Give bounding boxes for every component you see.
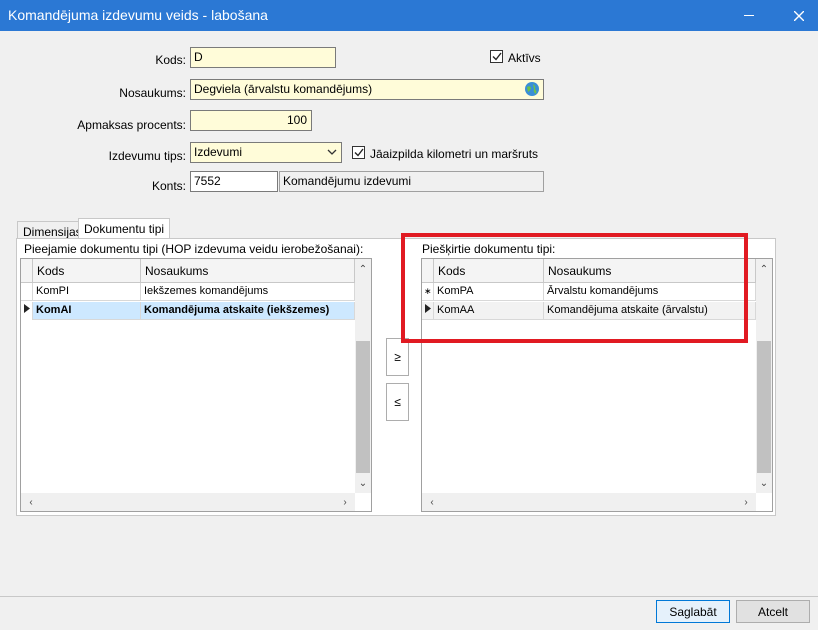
minimize-button[interactable] — [726, 0, 772, 31]
aktivs-checkbox[interactable] — [490, 50, 503, 63]
footer-divider — [0, 596, 818, 597]
add-document-type-button[interactable]: ≥ — [386, 338, 409, 376]
apmaksas-label: Apmaksas procents: — [77, 118, 186, 132]
remove-document-type-button[interactable]: ≤ — [386, 383, 409, 421]
scroll-right-icon[interactable]: › — [337, 494, 353, 510]
apmaksas-field[interactable]: 100 — [190, 110, 312, 131]
izdevumu-tips-value: Izdevumi — [194, 145, 243, 159]
scroll-up-icon[interactable]: ⌃ — [756, 261, 772, 277]
column-header-kods[interactable]: Kods — [33, 259, 141, 283]
scroll-left-icon[interactable]: ‹ — [23, 494, 39, 510]
scroll-thumb[interactable] — [356, 341, 370, 473]
konts-field[interactable]: 7552 — [190, 171, 278, 192]
kods-field[interactable]: D — [190, 47, 336, 68]
globe-icon[interactable] — [524, 81, 540, 97]
horizontal-scrollbar[interactable]: ‹ › — [422, 493, 756, 511]
scroll-left-icon[interactable]: ‹ — [424, 494, 440, 510]
scroll-down-icon[interactable]: ⌄ — [355, 475, 371, 491]
check-icon — [354, 148, 364, 157]
window-title: Komandējuma izdevumu veids - labošana — [8, 7, 268, 23]
tab-dokumentu-tipi[interactable]: Dokumentu tipi — [78, 218, 171, 240]
close-icon — [794, 10, 804, 21]
check-icon — [492, 52, 502, 61]
cancel-button[interactable]: Atcelt — [736, 600, 810, 623]
kods-label: Kods: — [155, 53, 186, 67]
konts-label: Konts: — [151, 179, 186, 193]
nosaukums-field[interactable]: Degviela (ārvalstu komandējums) — [190, 79, 544, 100]
table-row[interactable]: KomPI Iekšzemes komandējums — [21, 283, 355, 301]
save-button[interactable]: Saglabāt — [656, 600, 730, 623]
chevron-down-icon — [327, 149, 337, 155]
close-button[interactable] — [776, 0, 818, 31]
available-grid: Kods Nosaukums KomPI Iekšzemes komandēju… — [20, 258, 372, 512]
scroll-thumb[interactable] — [757, 341, 771, 473]
km-label: Jāaizpilda kilometri un maršruts — [370, 147, 539, 161]
available-title: Pieejamie dokumentu tipi (HOP izdevuma v… — [24, 242, 364, 256]
izdevumu-tips-label: Izdevumu tips: — [108, 149, 186, 163]
column-header-nosaukums[interactable]: Nosaukums — [141, 259, 355, 283]
table-row[interactable]: KomAI Komandējuma atskaite (iekšzemes) — [21, 302, 355, 320]
aktivs-label: Aktīvs — [508, 51, 541, 65]
nosaukums-label: Nosaukums: — [119, 86, 186, 100]
vertical-scrollbar[interactable]: ⌃ ⌄ — [355, 259, 371, 493]
izdevumu-tips-select[interactable]: Izdevumi — [190, 142, 342, 163]
km-checkbox[interactable] — [352, 146, 365, 159]
vertical-scrollbar[interactable]: ⌃ ⌄ — [756, 259, 772, 493]
row-indicator-icon — [24, 304, 30, 313]
title-bar: Komandējuma izdevumu veids - labošana — [0, 0, 818, 31]
scroll-up-icon[interactable]: ⌃ — [355, 261, 371, 277]
nosaukums-value: Degviela (ārvalstu komandējums) — [194, 82, 373, 96]
minimize-icon — [744, 15, 754, 16]
konts-name-field: Komandējumu izdevumi — [279, 171, 544, 192]
scroll-down-icon[interactable]: ⌄ — [756, 475, 772, 491]
horizontal-scrollbar[interactable]: ‹ › — [21, 493, 355, 511]
highlight-box — [401, 233, 748, 343]
scroll-right-icon[interactable]: › — [738, 494, 754, 510]
